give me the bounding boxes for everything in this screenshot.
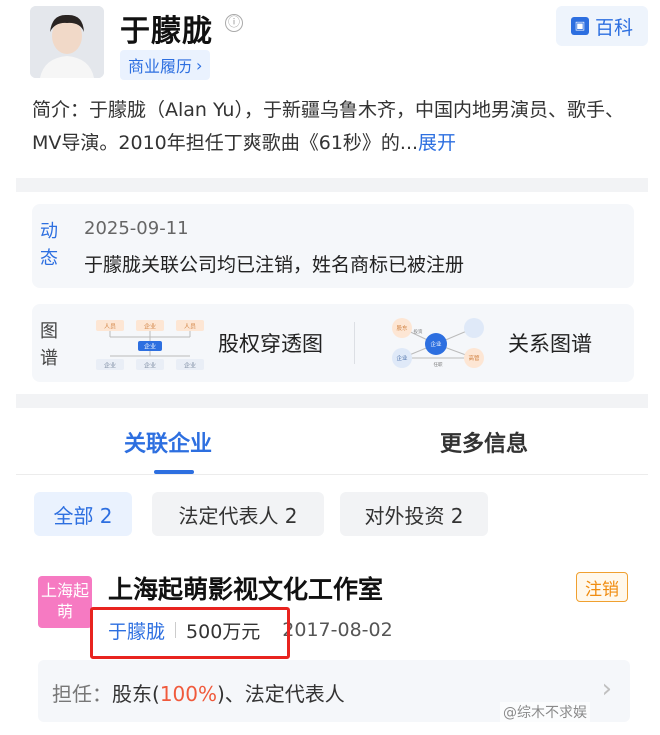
relation-graph-label: 关系图谱 — [508, 332, 592, 356]
section-divider — [16, 178, 648, 192]
thumb-person-2: 人员 — [184, 324, 196, 331]
expand-link[interactable]: 展开 — [418, 132, 456, 154]
annotation-highlight-box — [90, 607, 290, 659]
filter-legal-rep[interactable]: 法定代表人 2 — [152, 492, 324, 536]
status-badge: 注销 — [576, 572, 628, 602]
bio-body: 简介：于朦胧（Alan Yu），于新疆乌鲁木齐，中国内地男演员、歌手、MV导演。… — [32, 99, 624, 154]
tab-bar: 关联企业 更多信息 — [0, 410, 660, 474]
profile-header: 于朦胧 ⓘ ▣ 百科 商业履历 › 简介：于朦胧（Alan Yu），于新疆乌鲁木… — [0, 0, 660, 176]
relation-graph-link[interactable]: 股东 企业 企业 高管 投资 任职 关系图谱 — [384, 310, 592, 376]
business-history-tag[interactable]: 商业履历 › — [120, 50, 211, 80]
role-suffix: )、法定代表人 — [217, 682, 345, 706]
thumb-company-5: 企业 — [184, 362, 196, 370]
thumb-company-3: 企业 — [104, 362, 116, 370]
thumb-company-4: 企业 — [144, 362, 156, 370]
company-logo[interactable]: 上海起萌 — [38, 576, 92, 628]
share-percent: 100% — [159, 682, 217, 706]
thumb-company-1: 企业 — [144, 323, 156, 331]
baike-button[interactable]: ▣ 百科 — [556, 6, 648, 46]
news-card[interactable]: 动态 2025-09-11 于朦胧关联公司均已注销，姓名商标已被注册 — [32, 204, 634, 288]
chevron-right-icon: › — [601, 674, 612, 704]
thumb-node-3: 企业 — [396, 354, 408, 362]
equity-graph-icon: 人员 企业 人员 企业 企业 企业 企业 — [96, 320, 204, 370]
role-text: 担任：股东(100%)、法定代表人 — [52, 678, 345, 707]
avatar[interactable] — [30, 6, 104, 78]
graphs-tag: 图谱 — [40, 321, 58, 369]
company-name[interactable]: 上海起萌影视文化工作室 — [108, 570, 383, 606]
thumb-edge-1: 投资 — [414, 328, 423, 335]
info-icon[interactable]: ⓘ — [225, 14, 243, 32]
thumb-node-2: 企业 — [430, 340, 442, 348]
graphs-divider — [354, 322, 355, 364]
watermark: @综木不求娱 — [500, 702, 590, 722]
equity-graph-link[interactable]: 人员 企业 人员 企业 企业 企业 企业 股权穿透图 — [94, 310, 323, 376]
filter-all[interactable]: 全部 2 — [34, 492, 132, 536]
news-headline: 于朦胧关联公司均已注销，姓名商标已被注册 — [84, 254, 465, 276]
founded-date: 2017-08-02 — [282, 619, 393, 641]
chevron-right-icon: › — [196, 55, 203, 75]
tab-more-info[interactable]: 更多信息 — [440, 426, 528, 458]
encyclopedia-icon: ▣ — [570, 17, 589, 35]
graphs-card: 图谱 人员 企业 人员 企业 企业 企业 企业 股权穿透图 股东 企业 企业 高… — [32, 304, 634, 382]
thumb-company-2: 企业 — [144, 343, 156, 351]
person-name: 于朦胧 — [120, 14, 213, 49]
equity-graph-label: 股权穿透图 — [218, 332, 323, 356]
news-tag: 动态 — [40, 221, 58, 269]
role-prefix: 股东( — [112, 682, 160, 706]
thumb-edge-2: 任职 — [434, 361, 443, 368]
thumb-person-1: 人员 — [104, 324, 116, 331]
role-label: 担任： — [52, 682, 112, 706]
baike-label: 百科 — [594, 16, 633, 39]
business-history-label: 商业履历 — [128, 57, 193, 76]
thumb-node-1: 股东 — [396, 324, 408, 332]
section-divider — [16, 394, 648, 408]
thumb-node-4: 高管 — [468, 354, 480, 362]
bio-text: 简介：于朦胧（Alan Yu），于新疆乌鲁木齐，中国内地男演员、歌手、MV导演。… — [32, 94, 642, 160]
news-date: 2025-09-11 — [84, 218, 189, 239]
relation-graph-icon: 股东 企业 企业 高管 投资 任职 — [392, 318, 484, 368]
tab-related-companies[interactable]: 关联企业 — [124, 426, 212, 458]
tabs-border — [16, 474, 648, 475]
filter-investment[interactable]: 对外投资 2 — [340, 492, 488, 536]
